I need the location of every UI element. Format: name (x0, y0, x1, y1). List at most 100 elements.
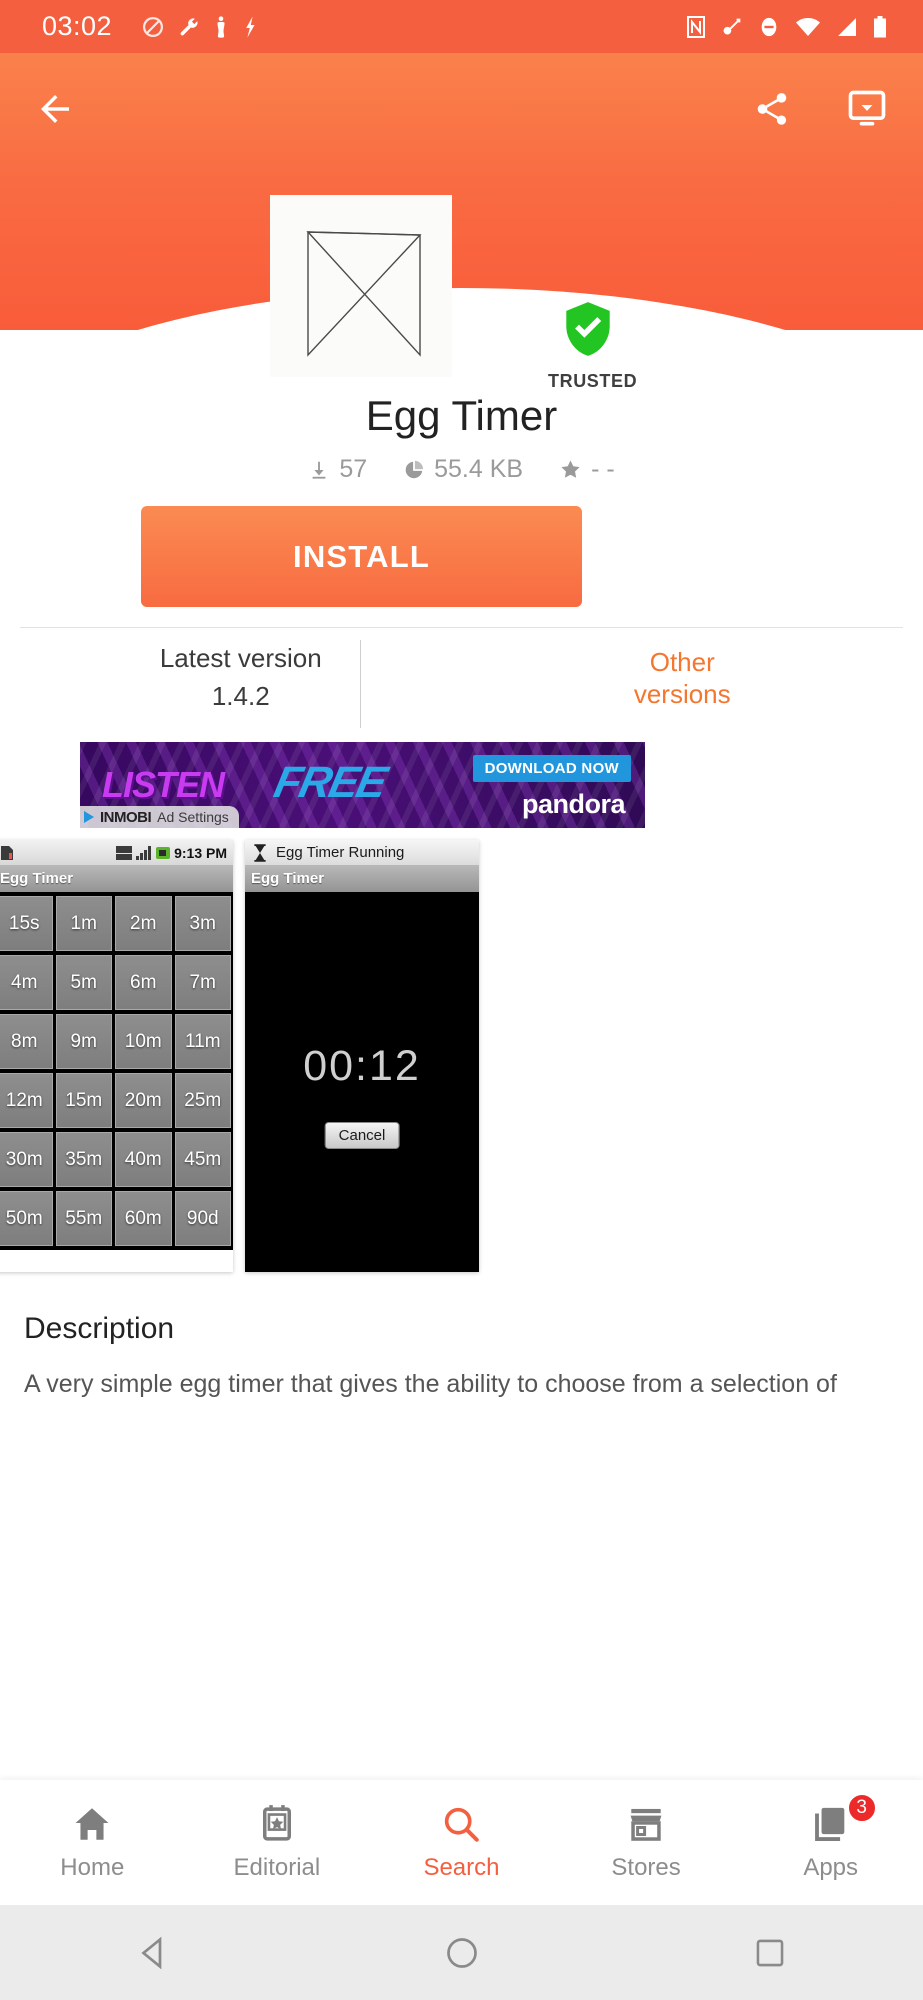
latest-version-label: Latest version (159, 643, 322, 674)
timer-preset-button: 5m (55, 955, 112, 1010)
screenshot1-status-right: 9:13 PM (116, 845, 227, 861)
app-stats: 57 55.4 KB - - (0, 455, 923, 484)
timer-preset-button: 20m (115, 1073, 172, 1128)
nav-item-search[interactable]: Search (369, 1803, 554, 1882)
system-back-icon[interactable] (136, 1935, 172, 1971)
timer-preset-button: 60m (115, 1191, 172, 1246)
size-value: 55.4 KB (434, 455, 524, 483)
download-to-device-icon[interactable] (845, 87, 889, 131)
downloads-value: 57 (339, 455, 368, 483)
system-recents-icon[interactable] (753, 1936, 787, 1970)
rating-value: - - (591, 455, 615, 483)
ad-listen-text: LISTEN (102, 764, 225, 805)
signal-icon (836, 17, 858, 37)
ad-download-now-button[interactable]: DOWNLOAD NOW (472, 755, 631, 782)
flash-icon (242, 15, 258, 39)
star-icon (561, 460, 580, 478)
nav-item-stores[interactable]: Stores (554, 1803, 739, 1882)
screenshot1-status-bar: 9:13 PM (0, 840, 233, 865)
app-bar (0, 53, 923, 165)
sim-card-icon (1, 845, 13, 860)
android-system-bar (0, 1905, 923, 2000)
screenshot-thumbnail-1[interactable]: 9:13 PM Egg Timer 15s 1m 2m 3m 4m 5m 6m 7m 8m 9m 1… (0, 840, 233, 1272)
share-icon[interactable] (753, 90, 791, 128)
do-not-disturb-icon (141, 15, 165, 39)
app-bar-actions (753, 87, 889, 131)
timer-preset-button: 35m (55, 1132, 112, 1187)
timer-preset-button: 1m (55, 896, 112, 951)
nav-label-stores: Stores (611, 1854, 681, 1881)
timer-preset-button: 50m (0, 1191, 53, 1246)
person-icon (213, 15, 229, 39)
timer-preset-button: 10m (115, 1014, 172, 1069)
timer-preset-button: 2m (115, 896, 172, 951)
timer-preset-button: 12m (0, 1073, 53, 1128)
trusted-label: TRUSTED (548, 371, 638, 391)
other-versions-label-line1: Other (649, 646, 715, 677)
battery-small-icon (156, 846, 171, 859)
timer-preset-button: 45m (174, 1132, 231, 1187)
nav-label-apps: Apps (803, 1854, 859, 1881)
screenshot2-notification-bar: Egg Timer Running (245, 840, 479, 865)
install-button[interactable]: INSTALL (141, 506, 582, 607)
back-arrow-icon[interactable] (34, 88, 76, 130)
nav-item-home[interactable]: Home (0, 1803, 185, 1882)
timer-button-grid: 15s 1m 2m 3m 4m 5m 6m 7m 8m 9m 10m 11m 12m 15m 20m 25m 3… (0, 892, 233, 1250)
key-icon (721, 16, 743, 38)
timer-preset-button: 8m (0, 1014, 53, 1069)
nav-item-apps[interactable]: 3 Apps (738, 1793, 923, 1882)
size-stat: 55.4 KB (403, 455, 523, 484)
ad-settings-bar[interactable]: INMOBI Ad Settings (80, 806, 239, 828)
timer-countdown-value: 00:12 (303, 1042, 421, 1090)
page-title: Egg Timer (365, 392, 558, 439)
timer-preset-button: 7m (174, 955, 231, 1010)
version-separator (360, 640, 361, 728)
store-icon (630, 1808, 662, 1841)
download-icon (312, 461, 326, 479)
timer-preset-button: 90d (174, 1191, 231, 1246)
other-versions-link[interactable]: Other versions (462, 628, 904, 728)
apps-icon (814, 1807, 844, 1841)
3g-icon (116, 845, 133, 860)
status-clock: 03:02 (42, 11, 113, 41)
ad-settings-label: Ad Settings (157, 809, 229, 825)
nav-item-editorial[interactable]: Editorial (185, 1803, 370, 1882)
description-body: A very simple egg timer that gives the a… (24, 1370, 837, 1398)
timer-preset-button: 15s (0, 896, 53, 951)
hourglass-icon (306, 231, 422, 357)
timer-preset-button: 15m (55, 1073, 112, 1128)
editorial-icon (262, 1805, 291, 1841)
bottom-navigation: Home Editorial Search Stores 3 Apps (0, 1780, 923, 1905)
screenshot2-title-bar: Egg Timer (245, 865, 479, 892)
ad-brand-label: pandora (521, 789, 626, 819)
wifi-icon (795, 17, 821, 37)
nav-label-search: Search (423, 1854, 500, 1881)
system-home-icon[interactable] (444, 1935, 480, 1971)
latest-version-cell: Latest version 1.4.2 (20, 628, 462, 728)
screenshot-thumbnail-2[interactable]: Egg Timer Running Egg Timer 00:12 Cancel (245, 840, 479, 1272)
screenshot2-notification-text: Egg Timer Running (276, 844, 405, 861)
timer-preset-button: 55m (55, 1191, 112, 1246)
play-triangle-icon (84, 811, 94, 823)
timer-cancel-button[interactable]: Cancel (324, 1122, 400, 1149)
timer-preset-button: 9m (55, 1014, 112, 1069)
apps-badge: 3 (846, 1793, 877, 1823)
timer-preset-button: 11m (174, 1014, 231, 1069)
battery-icon (873, 15, 887, 38)
screenshots-carousel[interactable]: 9:13 PM Egg Timer 15s 1m 2m 3m 4m 5m 6m 7m 8m 9m 1… (0, 840, 923, 1280)
description-heading: Description (24, 1312, 175, 1345)
block-icon (758, 16, 780, 38)
screenshot1-clock: 9:13 PM (174, 844, 227, 861)
status-bar-right (686, 15, 907, 38)
advertisement-banner[interactable]: LISTEN FREE DOWNLOAD NOW pandora INMOBI … (80, 742, 645, 828)
timer-preset-button: 3m (174, 896, 231, 951)
other-versions-label-line2: versions (633, 679, 731, 709)
timer-preset-button: 40m (115, 1132, 172, 1187)
nav-label-home: Home (60, 1854, 125, 1881)
latest-version-value: 1.4.2 (211, 681, 270, 711)
shield-check-icon (566, 302, 610, 356)
nav-label-editorial: Editorial (233, 1854, 321, 1881)
timer-preset-button: 30m (0, 1132, 53, 1187)
search-icon (445, 1807, 480, 1842)
status-bar-left: 03:02 (16, 11, 686, 42)
